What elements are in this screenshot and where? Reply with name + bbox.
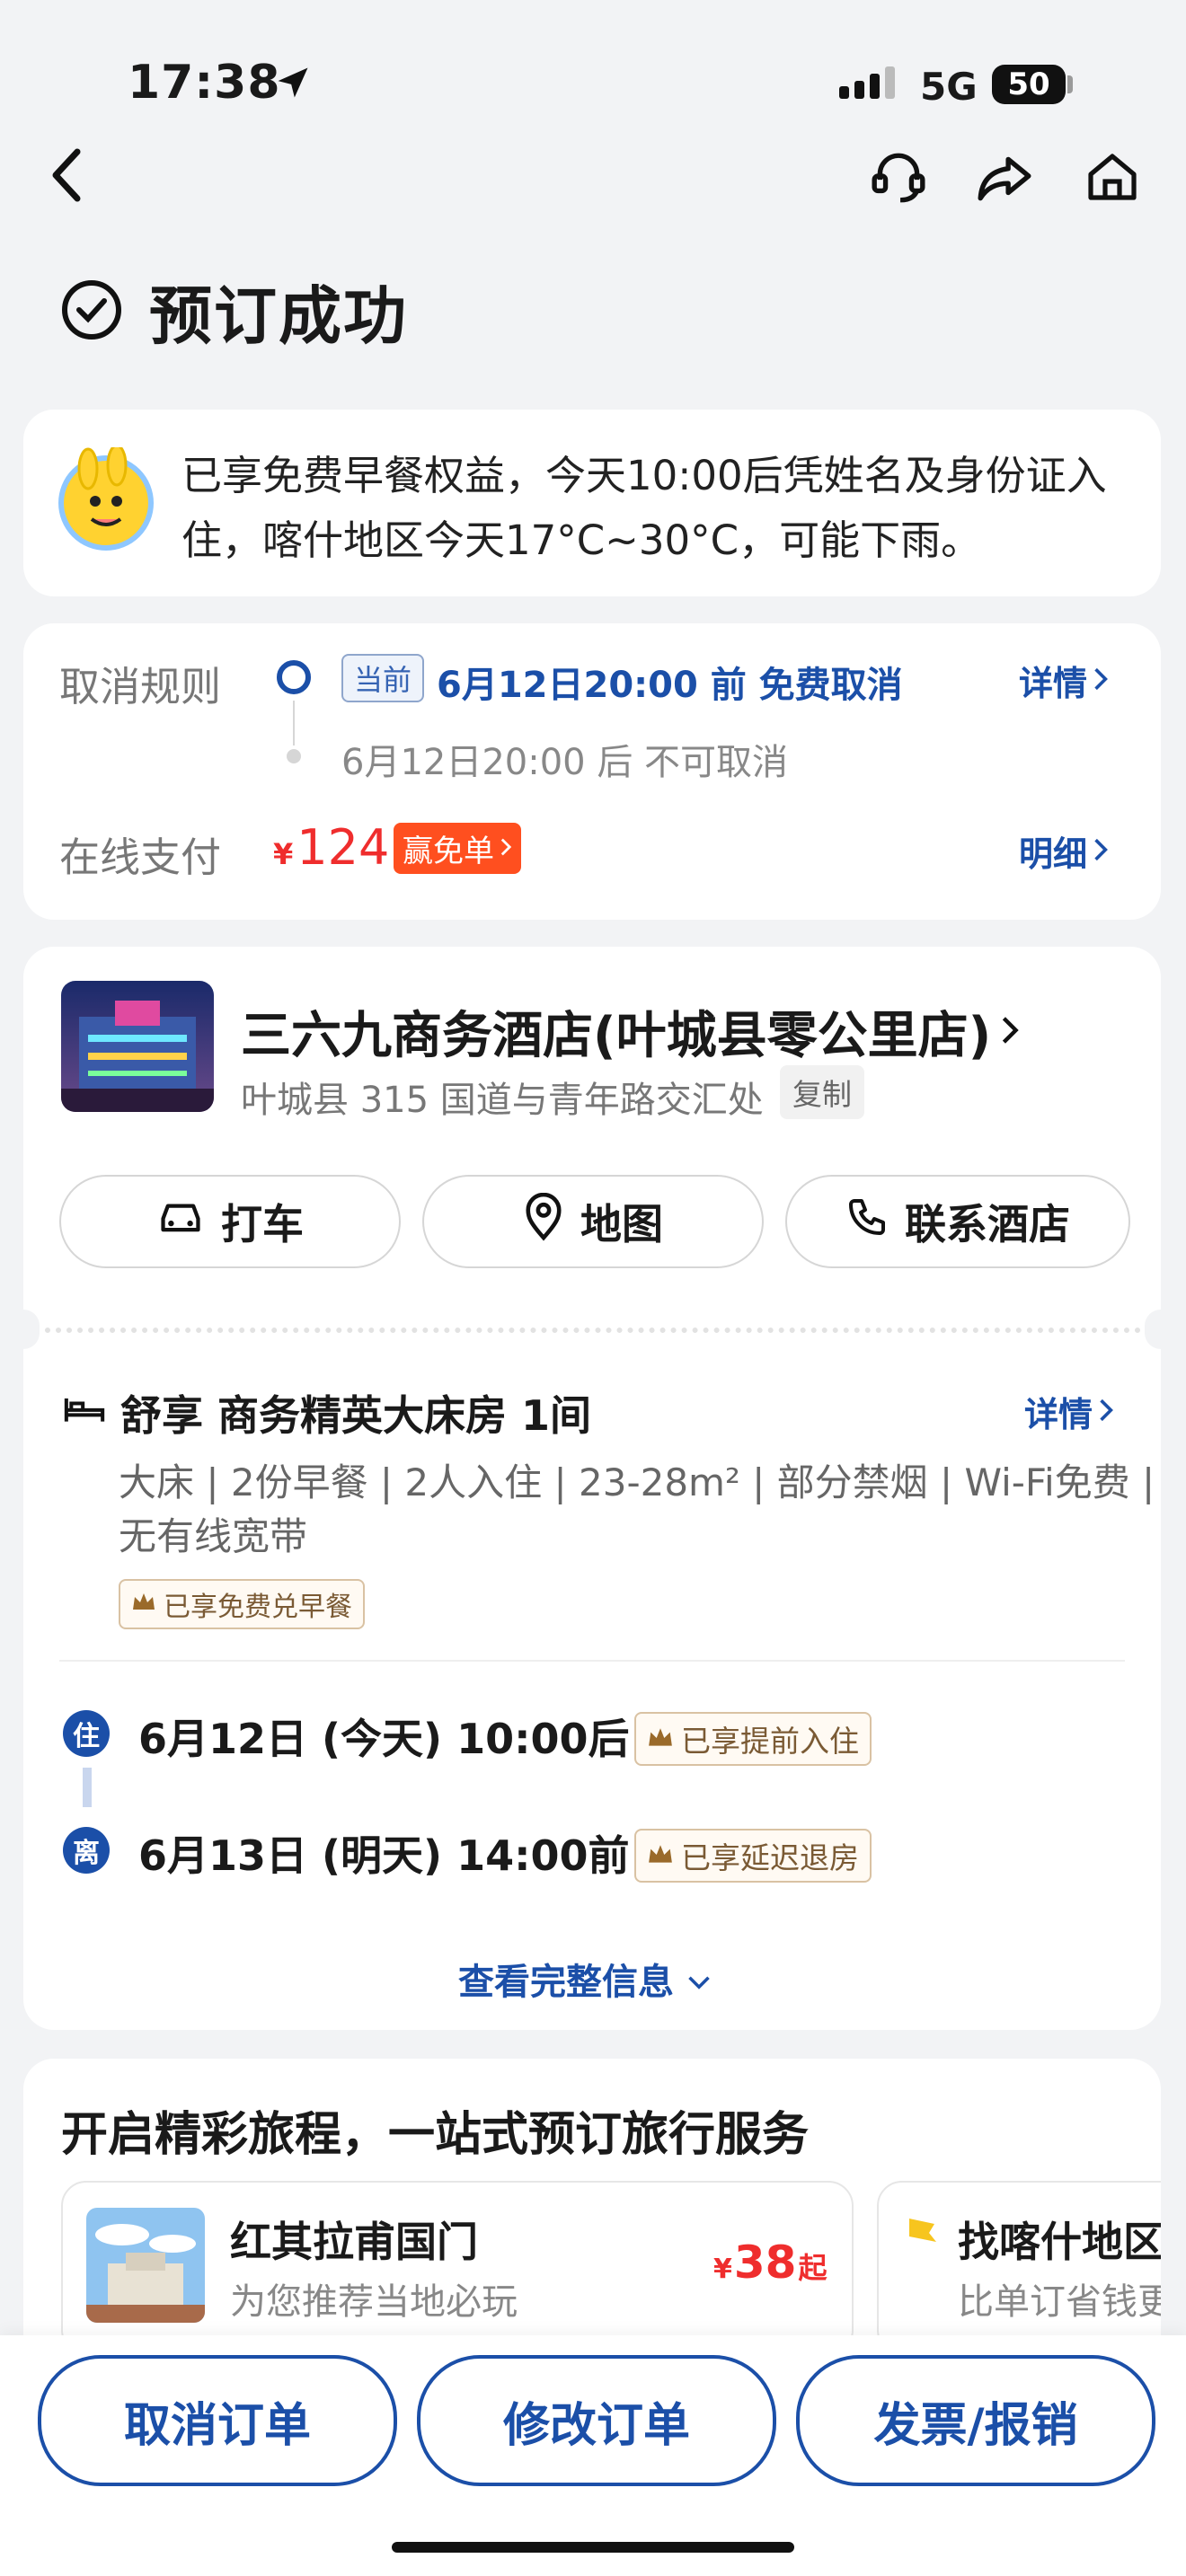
page-edge xyxy=(1161,2059,1186,2364)
signal-icon xyxy=(839,66,895,99)
crown-icon xyxy=(647,1839,674,1874)
share-icon[interactable] xyxy=(970,144,1039,212)
chevron-right-icon xyxy=(1098,1392,1114,1432)
chevron-right-icon xyxy=(1093,832,1109,871)
map-pin-icon xyxy=(523,1192,564,1251)
free-order-badge[interactable]: 赢免单 xyxy=(394,823,521,874)
payment-label: 在线支付 xyxy=(59,834,222,881)
status-time: 17:38 xyxy=(128,56,281,110)
payment-value: 124 xyxy=(296,819,390,876)
chevron-right-icon xyxy=(1093,661,1109,701)
map-label: 地图 xyxy=(580,1200,663,1248)
hotel-address: 叶城县 315 国道与青年路交汇处 xyxy=(241,1080,764,1121)
attraction-photo xyxy=(86,2208,205,2323)
contact-hotel-label: 联系酒店 xyxy=(905,1200,1070,1248)
section-divider xyxy=(59,1660,1125,1662)
hotel-name: 三六九商务酒店(叶城县零公里店) xyxy=(241,1007,992,1065)
chevron-right-icon xyxy=(1000,1002,1020,1061)
late-checkout-tag: 已享延迟退房 xyxy=(634,1829,872,1883)
invoice-button[interactable]: 发票/报销 xyxy=(796,2355,1155,2486)
early-checkin-tag: 已享提前入住 xyxy=(634,1712,872,1766)
chevron-right-icon xyxy=(500,831,512,867)
network-label: 5G xyxy=(920,65,978,109)
customer-service-icon[interactable] xyxy=(864,144,933,212)
breakfast-tag: 已享免费兑早餐 xyxy=(119,1579,365,1629)
late-checkout-label: 已享延迟退房 xyxy=(681,1840,859,1875)
page-title: 预订成功 xyxy=(149,279,408,353)
room-attributes: 大床 | 2份早餐 | 2人入住 | 23-28m² | 部分禁烟 | Wi-F… xyxy=(119,1460,1155,1504)
attraction-subtitle: 为您推荐当地必玩 xyxy=(230,2281,518,2323)
attraction-price-value: 38 xyxy=(733,2236,797,2289)
mascot-icon xyxy=(56,444,156,555)
cancel-rule-no-cancel: 6月12日20:00 后 不可取消 xyxy=(341,742,789,783)
ticket-divider xyxy=(45,1328,1141,1333)
current-tag: 当前 xyxy=(341,654,425,702)
home-indicator xyxy=(392,2542,794,2553)
cancel-detail-label: 详情 xyxy=(1019,664,1088,703)
promo-title: 开启精彩旅程，一站式预订旅行服务 xyxy=(61,2108,810,2162)
phone-icon xyxy=(845,1195,889,1248)
cancel-rule-label: 取消规则 xyxy=(59,663,222,710)
payment-currency: ¥ xyxy=(273,837,294,871)
checkout-badge: 离 xyxy=(63,1827,110,1874)
bed-icon xyxy=(61,1389,108,1432)
cancel-rule-free: 6月12日20:00 前 免费取消 xyxy=(437,665,903,706)
view-full-info-label: 查看完整信息 xyxy=(458,1962,674,2003)
timeline-dot xyxy=(287,749,301,763)
room-detail-label: 详情 xyxy=(1024,1395,1093,1434)
room-title: 舒享 商务精英大床房 1间 xyxy=(120,1391,592,1440)
cancel-detail-link[interactable]: 详情 xyxy=(1019,656,1109,705)
car-icon xyxy=(156,1196,205,1248)
area-name: 找喀什地区 xyxy=(958,2218,1164,2266)
battery-icon: 50 xyxy=(992,65,1066,104)
notice-text: 已享免费早餐权益，今天10:00后凭姓名及身份证入住，喀什地区今天17°C~30… xyxy=(181,452,1107,564)
room-attributes-2: 无有线宽带 xyxy=(119,1514,308,1558)
taxi-label: 打车 xyxy=(221,1200,304,1248)
hotel-name-link[interactable]: 三六九商务酒店(叶城县零公里店) xyxy=(241,995,1020,1068)
attraction-name: 红其拉甫国门 xyxy=(230,2218,478,2266)
map-button[interactable]: 地图 xyxy=(422,1175,764,1268)
breakfast-tag-label: 已享免费兑早餐 xyxy=(164,1592,352,1623)
home-icon[interactable] xyxy=(1078,144,1146,212)
location-arrow-icon xyxy=(273,63,313,106)
view-full-info-link[interactable]: 查看完整信息 xyxy=(458,1953,712,2005)
contact-hotel-button[interactable]: 联系酒店 xyxy=(785,1175,1130,1268)
payment-amount: ¥ 124 xyxy=(273,819,389,876)
stay-connector xyxy=(83,1768,92,1807)
payment-detail-label: 明细 xyxy=(1019,834,1088,874)
flag-icon xyxy=(904,2215,940,2254)
cancel-order-button[interactable]: 取消订单 xyxy=(38,2355,397,2486)
crown-icon xyxy=(131,1589,156,1620)
ticket-notch-right xyxy=(1145,1310,1177,1349)
checkin-badge: 住 xyxy=(63,1710,110,1757)
attraction-price-suffix: 起 xyxy=(798,2251,828,2285)
checkin-time: 6月12日 (今天) 10:00后 xyxy=(138,1715,630,1763)
back-icon[interactable] xyxy=(40,144,93,207)
attraction-currency: ¥ xyxy=(713,2254,732,2285)
attraction-price: ¥ 38 起 xyxy=(713,2236,827,2289)
battery-cap xyxy=(1067,75,1073,93)
payment-detail-link[interactable]: 明细 xyxy=(1019,826,1109,876)
crown-icon xyxy=(647,1722,674,1757)
room-detail-link[interactable]: 详情 xyxy=(1024,1387,1114,1436)
checkout-time: 6月13日 (明天) 14:00前 xyxy=(138,1831,630,1880)
early-checkin-label: 已享提前入住 xyxy=(681,1724,859,1759)
ticket-notch-left xyxy=(7,1310,40,1349)
page-title-row: 预订成功 xyxy=(59,266,408,357)
modify-order-button[interactable]: 修改订单 xyxy=(417,2355,776,2486)
check-circle-icon xyxy=(59,278,124,346)
area-subtitle: 比单订省钱更 xyxy=(958,2281,1173,2323)
chevron-down-icon xyxy=(686,1958,712,1999)
taxi-button[interactable]: 打车 xyxy=(59,1175,401,1268)
timeline-dot-active xyxy=(277,660,311,694)
timeline-line xyxy=(293,701,295,745)
hotel-photo[interactable] xyxy=(61,981,214,1112)
free-order-label: 赢免单 xyxy=(403,834,494,869)
copy-address-button[interactable]: 复制 xyxy=(780,1065,864,1119)
